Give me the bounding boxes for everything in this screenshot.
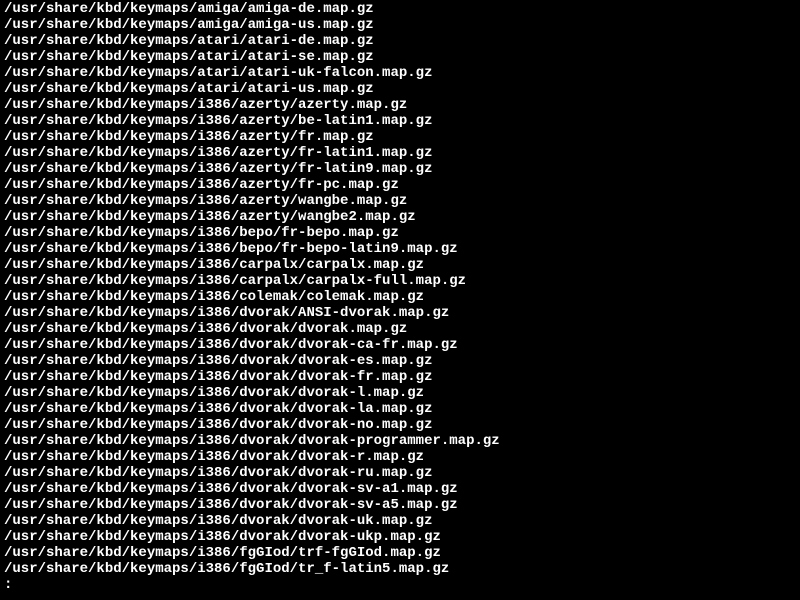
terminal-line: /usr/share/kbd/keymaps/i386/azerty/fr-la…: [4, 161, 796, 177]
terminal-line: /usr/share/kbd/keymaps/i386/dvorak/dvora…: [4, 321, 796, 337]
terminal-line: /usr/share/kbd/keymaps/i386/fgGIod/trf-f…: [4, 545, 796, 561]
terminal-line: /usr/share/kbd/keymaps/i386/bepo/fr-bepo…: [4, 241, 796, 257]
terminal-line: /usr/share/kbd/keymaps/i386/azerty/wangb…: [4, 209, 796, 225]
terminal-line: /usr/share/kbd/keymaps/i386/azerty/be-la…: [4, 113, 796, 129]
terminal-line: /usr/share/kbd/keymaps/i386/dvorak/dvora…: [4, 433, 796, 449]
terminal-line: /usr/share/kbd/keymaps/i386/azerty/wangb…: [4, 193, 796, 209]
terminal-line: /usr/share/kbd/keymaps/i386/azerty/fr-pc…: [4, 177, 796, 193]
pager-prompt: :: [4, 577, 796, 593]
terminal-line: /usr/share/kbd/keymaps/i386/azerty/fr.ma…: [4, 129, 796, 145]
terminal-line: /usr/share/kbd/keymaps/i386/dvorak/dvora…: [4, 353, 796, 369]
terminal-line: /usr/share/kbd/keymaps/i386/dvorak/dvora…: [4, 337, 796, 353]
terminal-line: /usr/share/kbd/keymaps/i386/fgGIod/tr_f-…: [4, 561, 796, 577]
terminal-line: /usr/share/kbd/keymaps/i386/colemak/cole…: [4, 289, 796, 305]
terminal-line: /usr/share/kbd/keymaps/amiga/amiga-de.ma…: [4, 1, 796, 17]
terminal-line: /usr/share/kbd/keymaps/i386/dvorak/dvora…: [4, 529, 796, 545]
terminal-line: /usr/share/kbd/keymaps/amiga/amiga-us.ma…: [4, 17, 796, 33]
terminal-line: /usr/share/kbd/keymaps/i386/azerty/fr-la…: [4, 145, 796, 161]
terminal-line: /usr/share/kbd/keymaps/i386/dvorak/dvora…: [4, 497, 796, 513]
terminal-line: /usr/share/kbd/keymaps/i386/bepo/fr-bepo…: [4, 225, 796, 241]
terminal-line: /usr/share/kbd/keymaps/i386/dvorak/ANSI-…: [4, 305, 796, 321]
terminal-line: /usr/share/kbd/keymaps/atari/atari-uk-fa…: [4, 65, 796, 81]
terminal-line: /usr/share/kbd/keymaps/i386/dvorak/dvora…: [4, 449, 796, 465]
terminal-line: /usr/share/kbd/keymaps/atari/atari-se.ma…: [4, 49, 796, 65]
terminal-line: /usr/share/kbd/keymaps/i386/carpalx/carp…: [4, 273, 796, 289]
terminal-line: /usr/share/kbd/keymaps/i386/dvorak/dvora…: [4, 401, 796, 417]
terminal-line: /usr/share/kbd/keymaps/i386/dvorak/dvora…: [4, 465, 796, 481]
terminal-line: /usr/share/kbd/keymaps/i386/dvorak/dvora…: [4, 513, 796, 529]
terminal-line: /usr/share/kbd/keymaps/atari/atari-de.ma…: [4, 33, 796, 49]
terminal-line: /usr/share/kbd/keymaps/i386/dvorak/dvora…: [4, 369, 796, 385]
terminal-line: /usr/share/kbd/keymaps/i386/azerty/azert…: [4, 97, 796, 113]
terminal-line: /usr/share/kbd/keymaps/i386/dvorak/dvora…: [4, 417, 796, 433]
terminal-output[interactable]: /usr/share/kbd/keymaps/amiga/amiga-de.ma…: [4, 1, 796, 593]
terminal-line: /usr/share/kbd/keymaps/i386/dvorak/dvora…: [4, 481, 796, 497]
terminal-line: /usr/share/kbd/keymaps/i386/carpalx/carp…: [4, 257, 796, 273]
terminal-line: /usr/share/kbd/keymaps/atari/atari-us.ma…: [4, 81, 796, 97]
terminal-line: /usr/share/kbd/keymaps/i386/dvorak/dvora…: [4, 385, 796, 401]
